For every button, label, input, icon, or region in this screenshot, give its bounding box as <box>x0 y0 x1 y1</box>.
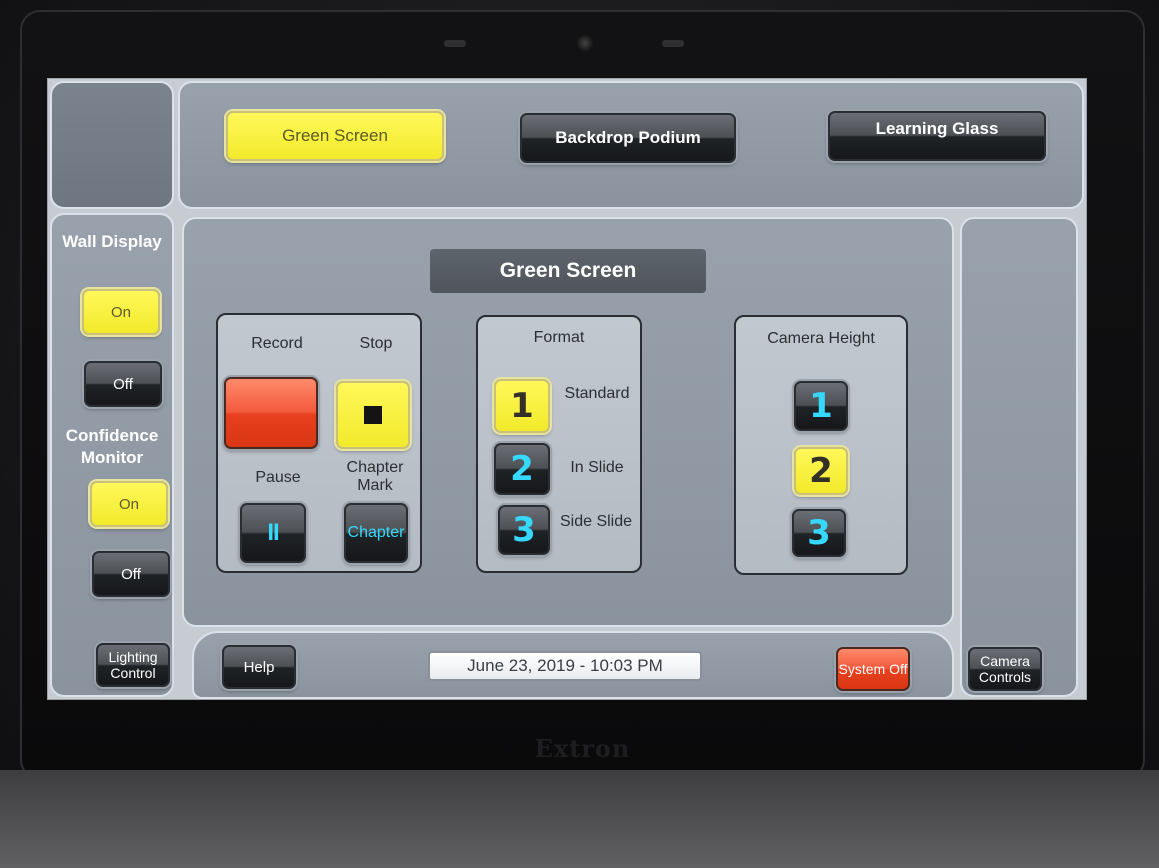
date-time-display: June 23, 2019 - 10:03 PM <box>428 651 702 681</box>
top-left-panel <box>50 81 174 209</box>
camera-height-1-button[interactable]: 1 <box>794 381 848 431</box>
desk-surface <box>0 770 1159 868</box>
confidence-monitor-label: Confidence Monitor <box>65 426 159 467</box>
page-title: Green Screen <box>430 249 706 293</box>
wall-display-off-button[interactable]: Off <box>84 361 162 407</box>
pause-label: Pause <box>255 469 301 486</box>
camera-height-group: Camera Height 1 2 3 <box>734 315 908 575</box>
format-option-2-label: In Slide <box>570 459 624 476</box>
format-option-2-button[interactable]: 2 <box>494 443 550 495</box>
camera-height-2-button[interactable]: 2 <box>794 447 848 495</box>
brand-logo: Extron <box>534 734 631 763</box>
left-sidebar: Wall Display On Off Confidence Monitor O… <box>50 213 174 697</box>
format-option-3-label: Side Slide <box>559 513 633 530</box>
confidence-monitor-off-button[interactable]: Off <box>92 551 170 597</box>
stop-button[interactable] <box>336 381 410 449</box>
chapter-button[interactable]: Chapter <box>344 503 408 563</box>
record-button[interactable] <box>224 377 318 449</box>
pause-button[interactable]: II <box>240 503 306 563</box>
camera-lens-icon <box>576 34 594 52</box>
touch-screen: Green Screen Backdrop Podium Learning Gl… <box>47 78 1087 700</box>
stop-icon <box>364 406 382 424</box>
system-off-button[interactable]: System Off <box>836 647 910 691</box>
format-option-1-button[interactable]: 1 <box>494 379 550 433</box>
stop-label: Stop <box>359 335 393 352</box>
wall-display-label: Wall Display <box>62 232 162 251</box>
sensor-icon <box>444 40 466 47</box>
sensor-icon <box>662 40 684 47</box>
format-option-3-button[interactable]: 3 <box>498 505 550 555</box>
confidence-monitor-on-button[interactable]: On <box>90 481 168 527</box>
format-group: Format 1 Standard 2 In Slide 3 Side Slid… <box>476 315 642 573</box>
tab-backdrop-podium[interactable]: Backdrop Podium <box>520 113 736 163</box>
camera-controls-button[interactable]: Camera Controls <box>968 647 1042 691</box>
camera-height-title: Camera Height <box>767 330 875 347</box>
camera-height-3-button[interactable]: 3 <box>792 509 846 557</box>
chapter-mark-label: Chapter Mark <box>346 459 404 494</box>
tab-learning-glass[interactable]: Learning Glass <box>828 111 1046 161</box>
wall-display-on-button[interactable]: On <box>82 289 160 335</box>
device-housing: Extron Green Screen Backdrop Podium Lear… <box>0 0 1159 868</box>
record-label: Record <box>251 335 303 352</box>
scene-tabs-panel: Green Screen Backdrop Podium Learning Gl… <box>178 81 1084 209</box>
lighting-control-button[interactable]: Lighting Control <box>96 643 170 687</box>
right-sidebar: Camera Controls <box>960 217 1078 697</box>
pause-icon: II <box>267 519 279 546</box>
record-group: Record Stop Pause Chapter Mark II Chapte… <box>216 313 422 573</box>
format-title: Format <box>533 329 585 346</box>
format-option-1-label: Standard <box>564 385 630 402</box>
help-button[interactable]: Help <box>222 645 296 689</box>
tab-green-screen[interactable]: Green Screen <box>226 111 444 161</box>
